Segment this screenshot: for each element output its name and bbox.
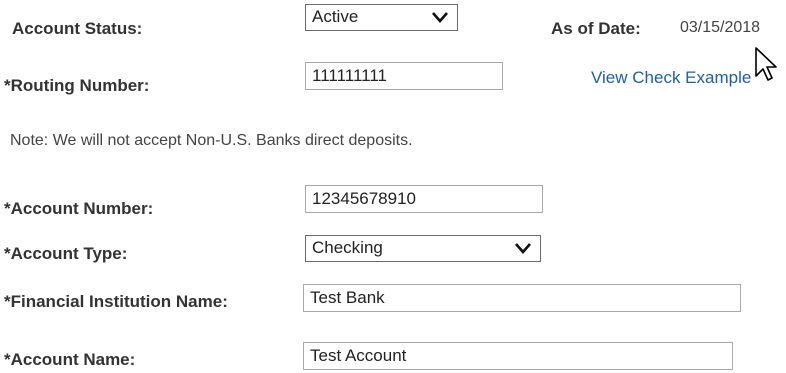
account-status-select[interactable]: Active (305, 4, 458, 31)
chevron-down-icon (432, 12, 448, 23)
chevron-down-icon (515, 243, 531, 254)
routing-number-input[interactable]: 111111111 (305, 62, 503, 90)
account-number-label: *Account Number: (4, 199, 154, 218)
account-status-value: Active (312, 7, 359, 26)
mouse-cursor-icon (755, 47, 777, 81)
view-check-example-link[interactable]: View Check Example (591, 68, 751, 88)
financial-institution-input[interactable]: Test Bank (303, 284, 741, 312)
account-name-label: *Account Name: (4, 350, 136, 369)
account-name-input[interactable]: Test Account (303, 342, 733, 370)
financial-institution-label: *Financial Institution Name: (4, 292, 228, 311)
account-status-label: Account Status: (12, 19, 143, 38)
account-type-value: Checking (312, 238, 383, 257)
account-number-input[interactable]: 12345678910 (305, 185, 543, 213)
account-type-label: *Account Type: (4, 244, 128, 263)
as-of-date-value: 03/15/2018 (680, 19, 761, 36)
as-of-date-label: As of Date: (551, 19, 641, 38)
account-type-select[interactable]: Checking (305, 235, 541, 262)
routing-number-label: *Routing Number: (4, 76, 150, 95)
non-us-banks-note: Note: We will not accept Non-U.S. Banks … (10, 132, 413, 149)
direct-deposit-form: Account Status: Active As of Date: 03/15… (0, 0, 786, 373)
